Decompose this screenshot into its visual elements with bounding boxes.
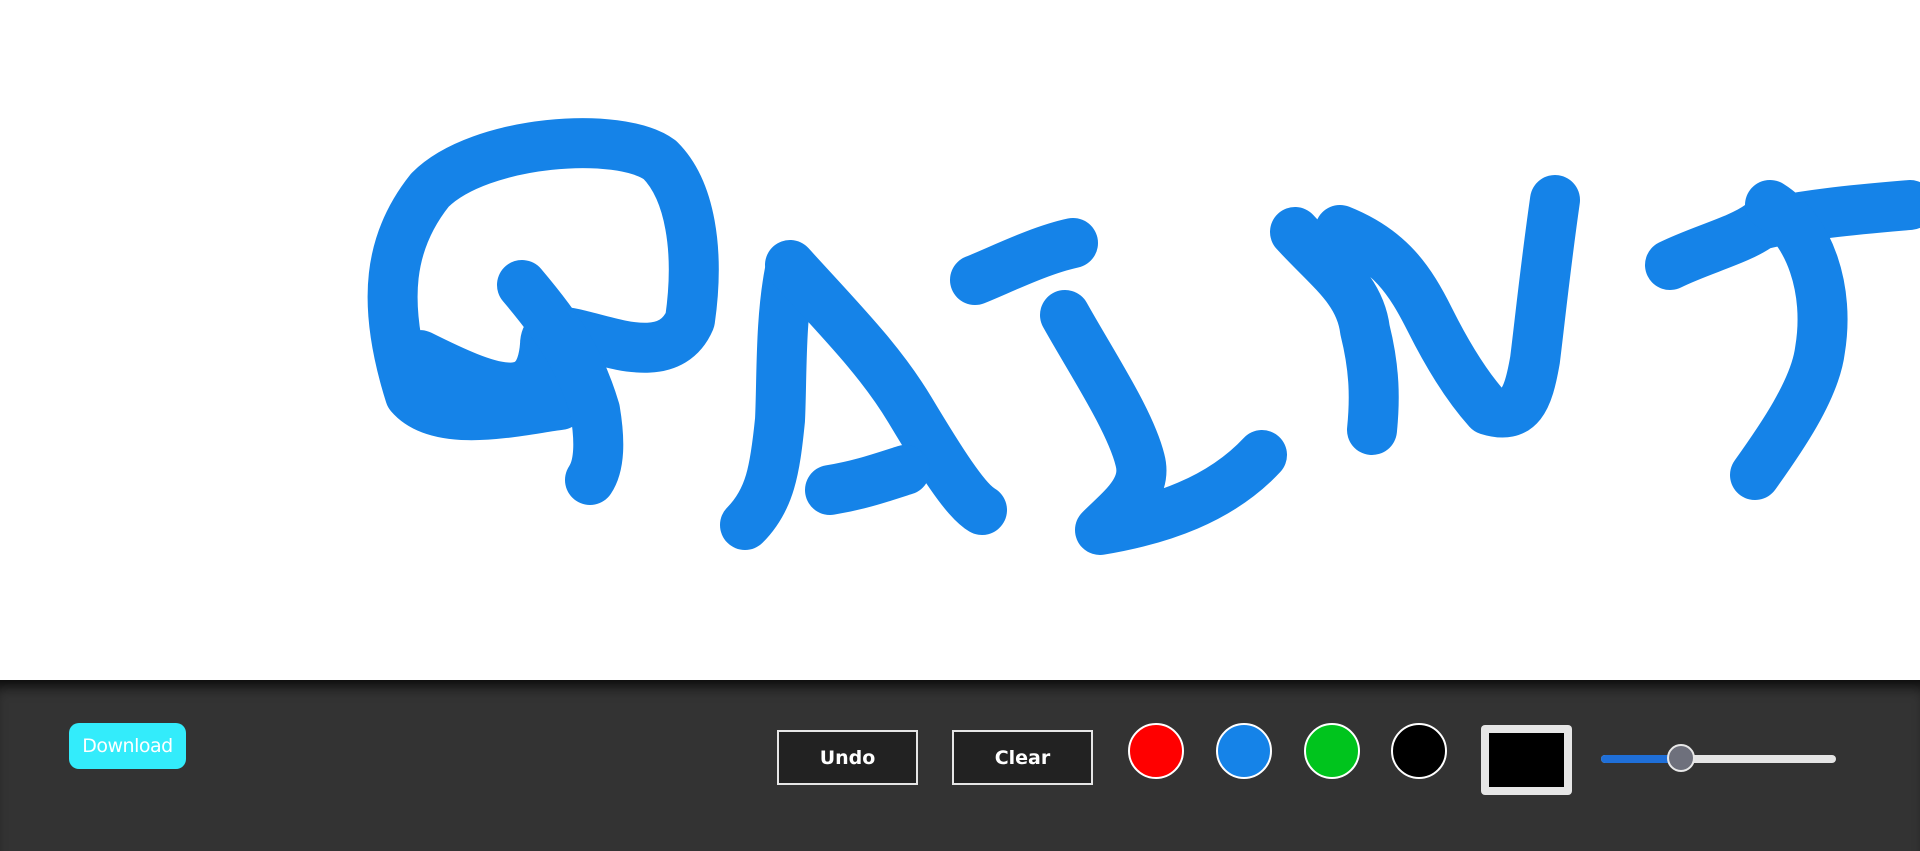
color-swatch-black[interactable]	[1391, 723, 1447, 779]
stroke-a-cross	[805, 445, 930, 515]
undo-button[interactable]: Undo	[777, 730, 918, 785]
stroke-i-body	[1040, 290, 1287, 555]
stroke-n	[1270, 175, 1580, 455]
color-picker[interactable]	[1481, 725, 1572, 795]
brush-size-thumb[interactable]	[1666, 744, 1695, 772]
color-picker-preview	[1489, 733, 1564, 787]
toolbar: Download Undo Clear	[0, 680, 1920, 851]
clear-button[interactable]: Clear	[952, 730, 1093, 785]
color-swatch-red[interactable]	[1128, 723, 1184, 779]
drawing-strokes	[367, 118, 1920, 555]
brush-size-slider[interactable]	[1601, 744, 1836, 772]
color-swatch-blue[interactable]	[1216, 723, 1272, 779]
stroke-i-dot	[950, 218, 1098, 305]
drawing-canvas[interactable]	[0, 0, 1920, 680]
color-swatch-green[interactable]	[1304, 723, 1360, 779]
stroke-a-left	[720, 245, 815, 550]
download-button[interactable]: Download	[69, 723, 186, 769]
